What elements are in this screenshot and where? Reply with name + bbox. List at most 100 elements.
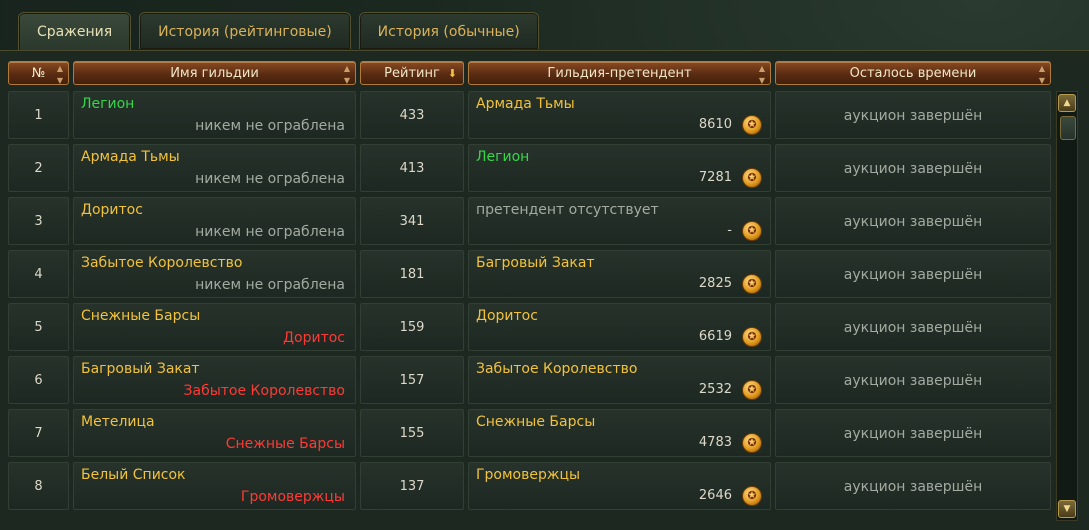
- guild-name[interactable]: Забытое Королевство: [81, 255, 242, 271]
- guild-cell[interactable]: Армада Тьмы никем не ограблена: [73, 144, 356, 192]
- contender-cell[interactable]: Доритос 6619 ✪: [468, 303, 771, 351]
- scroll-up-icon[interactable]: ▲: [1058, 94, 1076, 112]
- column-header-contender[interactable]: Гильдия-претендент ▲ ▼: [468, 61, 771, 85]
- time-remaining: аукцион завершён: [775, 91, 1051, 139]
- guild-robbed-status: никем не ограблена: [195, 118, 345, 134]
- column-header-time[interactable]: Осталось времени ▲ ▼: [775, 61, 1051, 85]
- scrollbar[interactable]: ▲ ▼: [1056, 91, 1078, 521]
- column-header-contender-label: Гильдия-претендент: [547, 66, 692, 81]
- bid-amount: 2825: [698, 276, 732, 291]
- row-number: 7: [8, 409, 69, 457]
- guild-name[interactable]: Снежные Барсы: [81, 308, 200, 324]
- table-row[interactable]: 8 Белый Список Громовержцы 137 Громоверж…: [8, 462, 1052, 510]
- column-header-guild-label: Имя гильдии: [170, 66, 259, 81]
- time-remaining: аукцион завершён: [775, 409, 1051, 457]
- tab-battles[interactable]: Сражения: [18, 12, 132, 51]
- time-remaining: аукцион завершён: [775, 144, 1051, 192]
- contender-cell[interactable]: Забытое Королевство 2532 ✪: [468, 356, 771, 404]
- row-number: 5: [8, 303, 69, 351]
- tab-history-normal[interactable]: История (обычные): [358, 12, 539, 49]
- row-number: 6: [8, 356, 69, 404]
- contender-name[interactable]: Армада Тьмы: [476, 96, 575, 112]
- contender-name[interactable]: Забытое Королевство: [476, 361, 637, 377]
- guild-rating: 157: [360, 356, 464, 404]
- gold-coin-icon: ✪: [742, 115, 762, 135]
- contender-name[interactable]: Снежные Барсы: [476, 414, 595, 430]
- guild-name[interactable]: Метелица: [81, 414, 155, 430]
- contender-cell[interactable]: претендент отсутствует - ✪: [468, 197, 771, 245]
- column-header-time-label: Осталось времени: [849, 66, 977, 81]
- table-row[interactable]: 6 Багровый Закат Забытое Королевство 157…: [8, 356, 1052, 404]
- sort-arrows-icon: ▲ ▼: [343, 64, 350, 85]
- guild-cell[interactable]: Забытое Королевство никем не ограблена: [73, 250, 356, 298]
- table-row[interactable]: 4 Забытое Королевство никем не ограблена…: [8, 250, 1052, 298]
- contender-cell[interactable]: Армада Тьмы 8610 ✪: [468, 91, 771, 139]
- column-header-guild[interactable]: Имя гильдии ▲ ▼: [73, 61, 356, 85]
- row-number: 2: [8, 144, 69, 192]
- guild-name[interactable]: Доритос: [81, 202, 143, 218]
- bid-amount: 2646: [698, 488, 732, 503]
- table-row[interactable]: 7 Метелица Снежные Барсы 155 Снежные Бар…: [8, 409, 1052, 457]
- guild-robbed-status: Забытое Королевство: [183, 383, 345, 399]
- column-header-rating-label: Рейтинг: [384, 66, 440, 81]
- guild-name[interactable]: Армада Тьмы: [81, 149, 180, 165]
- guild-cell[interactable]: Доритос никем не ограблена: [73, 197, 356, 245]
- guild-rating: 159: [360, 303, 464, 351]
- gold-coin-icon: ✪: [742, 433, 762, 453]
- time-remaining: аукцион завершён: [775, 250, 1051, 298]
- gold-coin-icon: ✪: [742, 168, 762, 188]
- column-header-rating[interactable]: Рейтинг ⬇: [360, 61, 464, 85]
- guild-robbed-status: Громовержцы: [240, 489, 345, 505]
- sort-arrows-icon: ▲ ▼: [758, 64, 765, 85]
- guild-cell[interactable]: Метелица Снежные Барсы: [73, 409, 356, 457]
- sort-arrows-icon: ▲ ▼: [56, 64, 63, 85]
- guild-cell[interactable]: Белый Список Громовержцы: [73, 462, 356, 510]
- tab-history-rated[interactable]: История (рейтинговые): [139, 12, 351, 49]
- gold-coin-icon: ✪: [742, 380, 762, 400]
- time-remaining: аукцион завершён: [775, 356, 1051, 404]
- bid-amount: 4783: [698, 435, 732, 450]
- time-remaining: аукцион завершён: [775, 462, 1051, 510]
- guild-rating: 413: [360, 144, 464, 192]
- bid-amount: -: [727, 223, 732, 238]
- guild-cell[interactable]: Снежные Барсы Доритос: [73, 303, 356, 351]
- time-remaining: аукцион завершён: [775, 303, 1051, 351]
- contender-name[interactable]: Доритос: [476, 308, 538, 324]
- guild-robbed-status: никем не ограблена: [195, 277, 345, 293]
- time-remaining: аукцион завершён: [775, 197, 1051, 245]
- column-header-num[interactable]: № ▲ ▼: [8, 61, 69, 85]
- contender-name[interactable]: Багровый Закат: [476, 255, 595, 271]
- guild-cell[interactable]: Легион никем не ограблена: [73, 91, 356, 139]
- guild-robbed-status: никем не ограблена: [195, 224, 345, 240]
- bid-amount: 8610: [698, 117, 732, 132]
- table-row[interactable]: 3 Доритос никем не ограблена 341 претенд…: [8, 197, 1052, 245]
- guild-name[interactable]: Белый Список: [81, 467, 186, 483]
- guild-robbed-status: Доритос: [283, 330, 345, 346]
- row-number: 4: [8, 250, 69, 298]
- scroll-down-icon[interactable]: ▼: [1058, 500, 1076, 518]
- contender-name[interactable]: претендент отсутствует: [476, 202, 659, 218]
- guild-robbed-status: никем не ограблена: [195, 171, 345, 187]
- scrollbar-thumb[interactable]: [1060, 116, 1076, 140]
- sort-arrows-icon: ▲ ▼: [1038, 64, 1045, 85]
- contender-name[interactable]: Легион: [476, 149, 529, 165]
- table-row[interactable]: 1 Легион никем не ограблена 433 Армада Т…: [8, 91, 1052, 139]
- guild-name[interactable]: Легион: [81, 96, 134, 112]
- column-header-num-label: №: [31, 66, 46, 81]
- contender-cell[interactable]: Легион 7281 ✪: [468, 144, 771, 192]
- table-row[interactable]: 2 Армада Тьмы никем не ограблена 413 Лег…: [8, 144, 1052, 192]
- gold-coin-icon: ✪: [742, 274, 762, 294]
- battles-table: 1 Легион никем не ограблена 433 Армада Т…: [8, 91, 1052, 515]
- table-row[interactable]: 5 Снежные Барсы Доритос 159 Доритос 6619…: [8, 303, 1052, 351]
- guild-name[interactable]: Багровый Закат: [81, 361, 200, 377]
- contender-cell[interactable]: Снежные Барсы 4783 ✪: [468, 409, 771, 457]
- guild-cell[interactable]: Багровый Закат Забытое Королевство: [73, 356, 356, 404]
- guild-robbed-status: Снежные Барсы: [225, 436, 345, 452]
- contender-name[interactable]: Громовержцы: [476, 467, 580, 483]
- contender-cell[interactable]: Багровый Закат 2825 ✪: [468, 250, 771, 298]
- gold-coin-icon: ✪: [742, 221, 762, 241]
- contender-cell[interactable]: Громовержцы 2646 ✪: [468, 462, 771, 510]
- gold-coin-icon: ✪: [742, 327, 762, 347]
- tab-bar: Сражения История (рейтинговые) История (…: [18, 12, 539, 51]
- bid-amount: 2532: [698, 382, 732, 397]
